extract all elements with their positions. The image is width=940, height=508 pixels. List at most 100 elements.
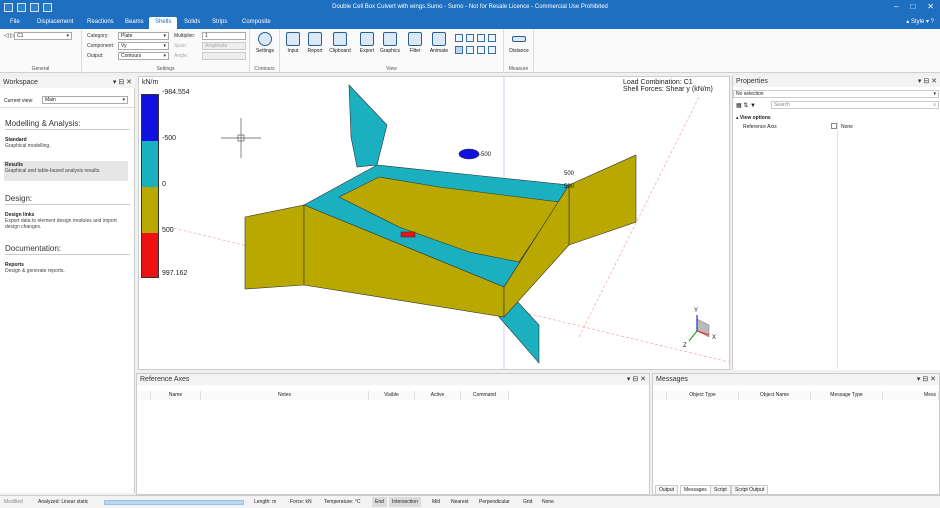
ws-item-results[interactable]: Results Graphical and table-based analys… [4, 161, 128, 181]
style-menu[interactable]: ▴ Style ▾ ? [906, 18, 934, 25]
tab-displacement[interactable]: Displacement [31, 17, 79, 29]
angle-label: Angle: [174, 53, 189, 59]
tab-output[interactable]: Output [655, 485, 679, 495]
ws-item-reports[interactable]: Reports Design & generate reports. [5, 262, 127, 274]
status-length[interactable]: Length: m [254, 499, 276, 505]
view-side-icon[interactable] [477, 34, 485, 42]
tab-messages[interactable]: Messages [680, 485, 711, 495]
view-front-icon[interactable] [466, 34, 474, 42]
input-button[interactable]: Input [282, 32, 304, 54]
tab-file[interactable]: File [4, 17, 26, 29]
tab-script[interactable]: Script [710, 485, 731, 495]
tab-composite[interactable]: Composite [236, 17, 277, 29]
col-name[interactable]: Name [151, 391, 201, 400]
report-button[interactable]: Report [304, 32, 326, 54]
legend-band-blue [142, 95, 158, 141]
tab-shells[interactable]: Shells [149, 17, 178, 29]
current-view-select[interactable]: Main ▾ [42, 96, 128, 104]
legend-label: -500 [162, 135, 177, 142]
view-options-group[interactable]: ▴ View options [736, 115, 771, 121]
col-visible[interactable]: Visible [369, 391, 415, 400]
view-group: Input Report Clipboard Export Graphics F… [280, 29, 504, 73]
selection-select[interactable]: No selection ▾ [733, 90, 939, 98]
ws-item-design-links[interactable]: Design links Export data to element desi… [5, 212, 127, 230]
combination-select[interactable]: C1 ▾ [14, 32, 72, 40]
axis-x-label: X [712, 335, 716, 341]
snap-none[interactable]: None [542, 499, 554, 505]
category-select[interactable]: Plate ▾ [118, 32, 169, 40]
col-notes[interactable]: Notes [201, 391, 369, 400]
panel-controls-icon[interactable]: ▾ ⊟ ✕ [113, 77, 132, 88]
animate-button[interactable]: Animate [428, 32, 450, 54]
snap-nearest[interactable]: Nearest [451, 499, 469, 505]
input-icon [286, 32, 300, 46]
view-solid-icon[interactable] [455, 46, 463, 54]
tab-script-output[interactable]: Script Output [731, 485, 769, 495]
distance-button[interactable]: Distance [508, 32, 530, 54]
contour-legend [141, 94, 159, 278]
view-shaded-icon[interactable] [488, 46, 496, 54]
filter-button[interactable]: Filter [404, 32, 426, 54]
tab-reactions[interactable]: Reactions [81, 17, 120, 29]
sort-icon[interactable]: ▦ ⇅ ▼ [736, 102, 756, 109]
col-message[interactable]: Mess [883, 391, 939, 400]
row-selector-header [137, 391, 151, 400]
category-value: Plate [121, 33, 133, 39]
panel-controls-icon[interactable]: ▾ ⊟ ✕ [627, 374, 646, 385]
settings-group-label: Settings [156, 66, 175, 72]
multiplier-input[interactable]: 1 [202, 32, 246, 40]
tab-strips[interactable]: Strips [206, 17, 233, 29]
style-label: Style [910, 19, 925, 25]
col-active[interactable]: Active [415, 391, 461, 400]
panel-controls-icon[interactable]: ▾ ⊟ ✕ [918, 76, 937, 87]
funnel-icon [408, 32, 422, 46]
snap-end[interactable]: End [372, 497, 387, 507]
legend-band-cyan [142, 141, 158, 187]
close-icon[interactable]: ✕ [927, 2, 934, 11]
status-force[interactable]: Force: kN [290, 499, 312, 505]
clipboard-icon [333, 32, 347, 46]
ws-item-standard[interactable]: Standard Graphical modelling. [5, 137, 127, 149]
messages-panel: Messages ▾ ⊟ ✕ Object Type Object Name M… [652, 373, 940, 495]
graphics-button[interactable]: Graphics [379, 32, 401, 54]
maximize-icon[interactable]: □ [910, 2, 915, 11]
graphics-icon [383, 32, 397, 46]
distance-label: Distance [509, 48, 529, 54]
clipboard-button[interactable]: Clipboard [329, 32, 351, 54]
ws-item-desc: Graphical modelling. [5, 143, 51, 149]
model-canvas[interactable]: -500 500 500 Y Z X [139, 77, 730, 370]
snap-mid[interactable]: Mid [432, 499, 440, 505]
view-iso-icon[interactable] [455, 34, 463, 42]
snap-grid[interactable]: Grid [523, 499, 532, 505]
save-disk-icon [360, 32, 374, 46]
view-top-icon[interactable] [488, 34, 496, 42]
status-temperature[interactable]: Temperature: °C [324, 499, 360, 505]
view-options-label: View options [739, 115, 771, 121]
contours-group: Settings Contours [250, 29, 280, 73]
col-object-name[interactable]: Object Name [739, 391, 811, 400]
minimize-icon[interactable]: – [894, 2, 898, 11]
tab-beams[interactable]: Beams [119, 17, 150, 29]
view-hidden-icon[interactable] [477, 46, 485, 54]
export-button[interactable]: Export [356, 32, 378, 54]
properties-search[interactable]: Search ⌕ [771, 101, 939, 109]
output-select[interactable]: Contours ▾ [118, 52, 169, 60]
snap-intersection[interactable]: Intersection [389, 497, 421, 507]
contour-settings-button[interactable]: Settings [254, 32, 276, 54]
ws-section-design: Design: [5, 194, 33, 203]
axis-y-label: Y [694, 308, 698, 314]
col-message-type[interactable]: Message Type [811, 391, 883, 400]
tab-solids[interactable]: Solids [178, 17, 206, 29]
messages-header: Messages ▾ ⊟ ✕ [653, 374, 939, 385]
workspace-header: Workspace ▾ ⊟ ✕ [0, 77, 135, 88]
ws-item-desc: Design & generate reports. [5, 268, 65, 274]
current-view-label: Current view: [4, 98, 34, 104]
col-object-type[interactable]: Object Type [667, 391, 739, 400]
ws-item-desc: Export data to element design modules an… [5, 218, 117, 230]
snap-perpendicular[interactable]: Perpendicular [479, 499, 510, 505]
panel-controls-icon[interactable]: ▾ ⊟ ✕ [917, 374, 936, 385]
component-select[interactable]: Vy ▾ [118, 42, 169, 50]
graphics-viewport[interactable]: -500 500 500 Y Z X kN/m -984.554 -500 0 … [138, 76, 730, 370]
col-command[interactable]: Command [461, 391, 509, 400]
view-wire-icon[interactable] [466, 46, 474, 54]
